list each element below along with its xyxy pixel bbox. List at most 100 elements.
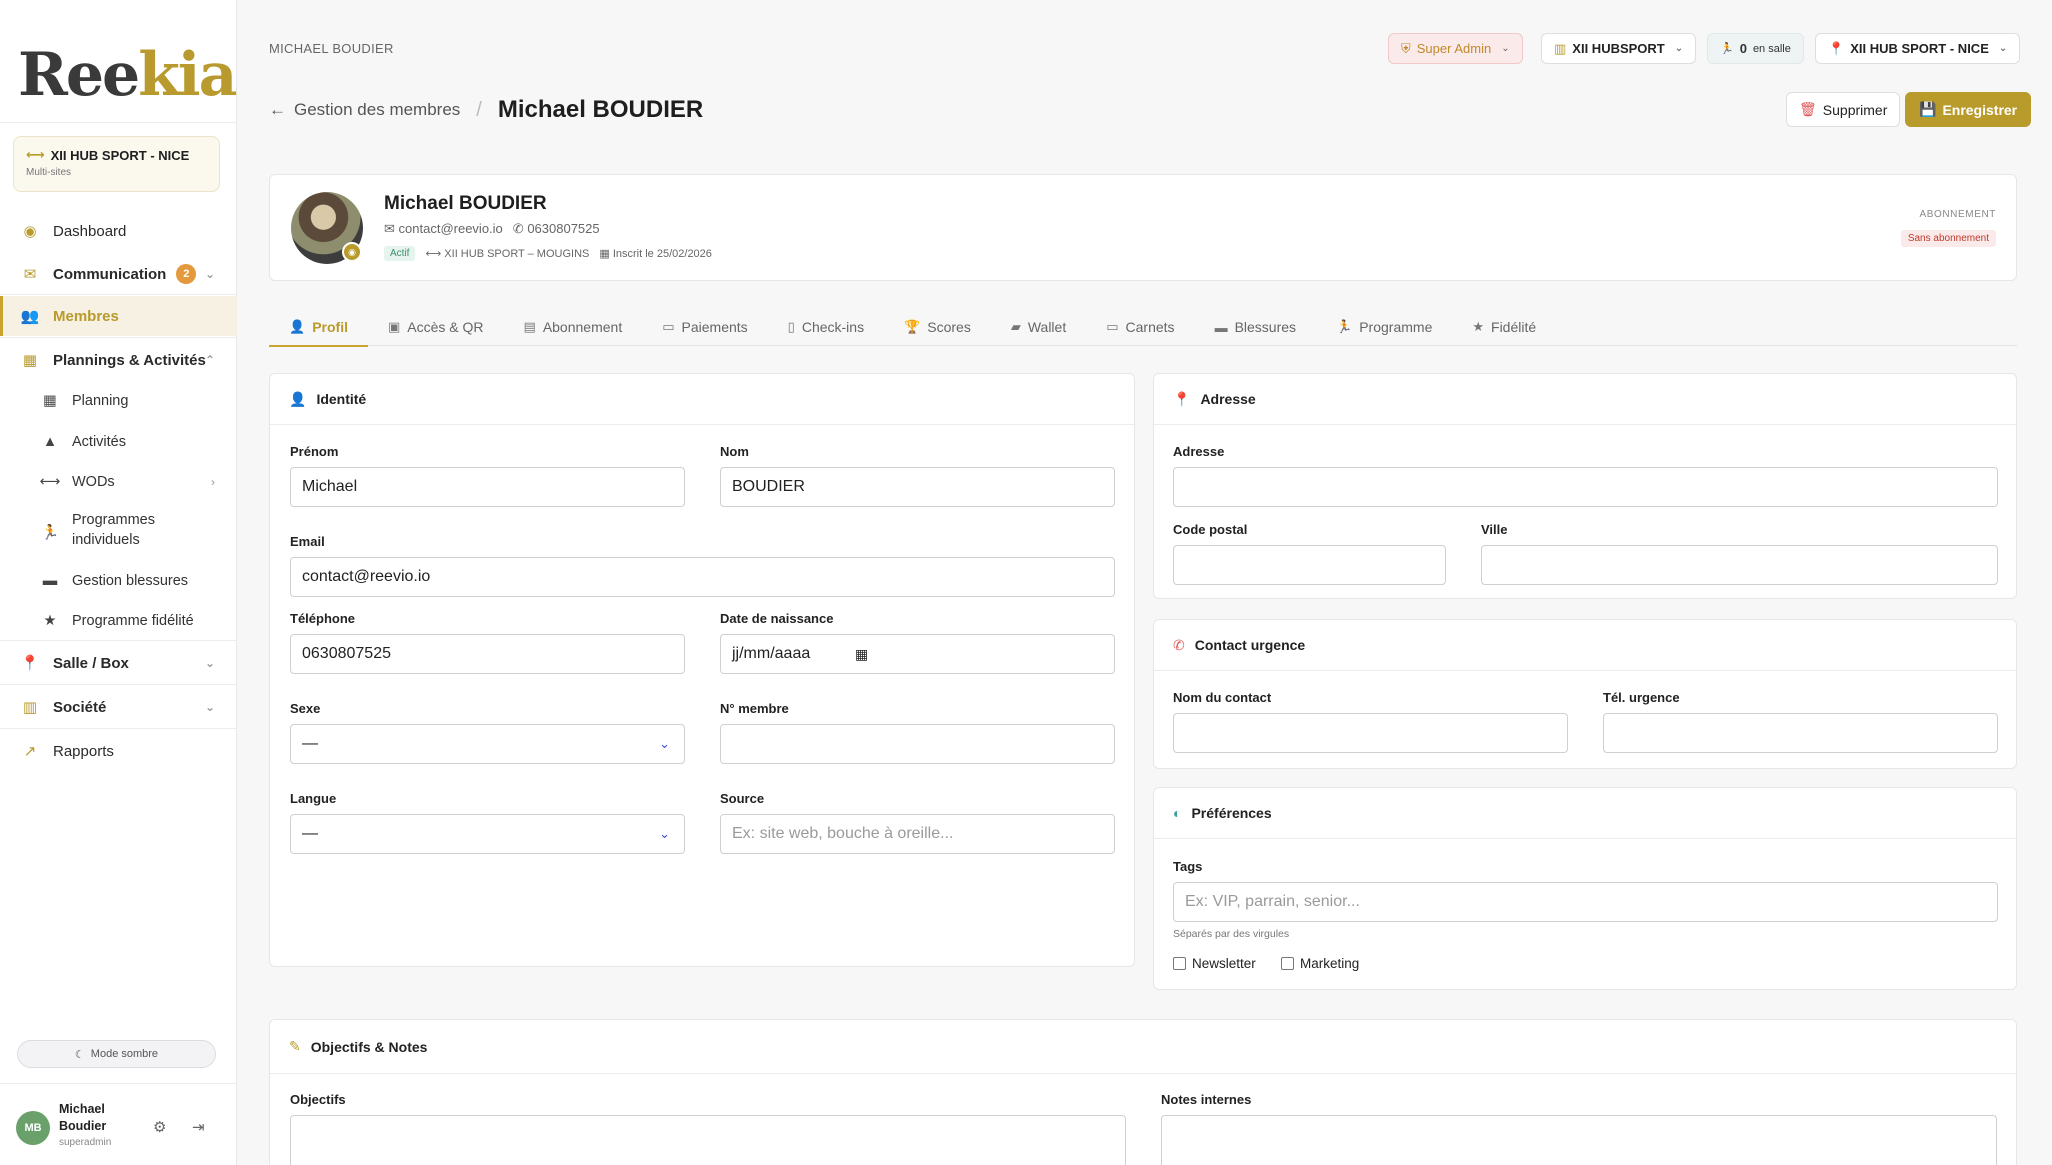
nav-salle-box[interactable]: 📍 Salle / Box ⌄ [0, 643, 237, 683]
site-switcher[interactable]: 📍 XII HUB SPORT - NICE ⌄ [1815, 33, 2021, 64]
running-icon: 🏃 [1336, 319, 1353, 334]
tab-wallet[interactable]: ▰ Wallet [991, 308, 1086, 346]
site-name: XII HUB SPORT - NICE [50, 147, 190, 163]
dumbbell-icon: ⟷ [425, 248, 442, 260]
newsletter-checkbox[interactable]: Newsletter [1173, 956, 1256, 971]
sidebar: Reekia ⟷ XII HUB SPORT - NICE Multi-sites… [0, 0, 237, 1165]
chevron-down-icon: ⌄ [1501, 43, 1510, 54]
source-input[interactable]: Ex: site web, bouche à oreille... [720, 814, 1115, 854]
preferences-header: ◐ Préférences [1154, 788, 2016, 839]
chevron-down-icon: ⌄ [1674, 43, 1684, 54]
objectifs-textarea[interactable] [290, 1115, 1126, 1165]
nav-rapports[interactable]: ↗ Rapports [0, 731, 237, 771]
identity-header: 👤 Identité [270, 374, 1134, 425]
notes-card: ✎ Objectifs & Notes Objectifs Notes inter… [269, 1019, 2017, 1165]
postal-code-label: Code postal [1173, 522, 1248, 537]
email-label: Email [290, 534, 325, 549]
nav-sub-fidelite[interactable]: ★ Programme fidélité [0, 611, 237, 631]
avatar[interactable]: MB [16, 1111, 50, 1145]
source-label: Source [720, 791, 765, 806]
member-number-input[interactable] [720, 724, 1115, 764]
phone-icon: ✆ [512, 221, 524, 236]
star-icon: ★ [1472, 319, 1485, 334]
sexe-select[interactable]: — ⌄ [290, 724, 685, 764]
nav-societe[interactable]: ▥ Société ⌄ [0, 687, 237, 727]
nav-plannings[interactable]: ▦ Plannings & Activités ⌃ [0, 340, 237, 380]
camera-icon[interactable]: ◉ [342, 242, 362, 262]
ville-input[interactable] [1481, 545, 1998, 585]
prenom-input[interactable]: Michael [290, 467, 685, 507]
dumbbell-icon: ⟷ [26, 147, 45, 162]
adresse-input[interactable] [1173, 467, 1998, 507]
profile-card: ◉ Michael BOUDIER ✉ contact@reevio.io ✆ … [269, 174, 2017, 281]
location-pin-icon: 📍 [1173, 390, 1191, 407]
tab-carnets[interactable]: ▭ Carnets [1086, 308, 1194, 346]
nav-sub-planning[interactable]: ▦ Planning [0, 391, 237, 411]
address-header: 📍 Adresse [1154, 374, 2016, 425]
role-switcher[interactable]: ⛨ Super Admin ⌄ [1388, 33, 1523, 64]
langue-select[interactable]: — ⌄ [290, 814, 685, 854]
chart-line-icon: ↗ [23, 743, 37, 760]
notes-header: ✎ Objectifs & Notes [270, 1020, 2016, 1074]
tab-scores[interactable]: 🏆 Scores [884, 308, 991, 346]
nav-membres[interactable]: 👥 Membres [0, 296, 237, 336]
preferences-card: ◐ Préférences Tags Ex: VIP, parrain, seni… [1153, 787, 2017, 990]
dark-mode-toggle[interactable]: ☾ Mode sombre [17, 1040, 216, 1068]
nav-sub-programmes[interactable]: 🏃 Programmes individuels [0, 510, 237, 554]
emergency-phone-label: Tél. urgence [1603, 690, 1680, 705]
site-sub: Multi-sites [26, 167, 72, 178]
profile-meta: Actif ⟷ XII HUB SPORT – MOUGINS ▦ Inscri… [384, 246, 712, 261]
telephone-input[interactable]: 0630807525 [290, 634, 685, 674]
nav-communication[interactable]: ✉ Communication 2 ⌄ [0, 254, 237, 294]
tab-fidelite[interactable]: ★ Fidélité [1452, 308, 1556, 346]
in-gym-counter[interactable]: 🏃 0 en salle [1707, 33, 1804, 64]
bandage-icon: ▬ [42, 573, 58, 589]
nav-dashboard[interactable]: ◉ Dashboard [0, 211, 237, 251]
checkbox-icon[interactable] [1173, 957, 1186, 970]
gear-icon[interactable]: ⚙ [153, 1118, 166, 1136]
status-badge: Actif [384, 246, 416, 261]
internal-notes-label: Notes internes [1161, 1092, 1252, 1107]
calendar-icon[interactable]: ▦ [855, 646, 868, 663]
dob-input[interactable]: jj/mm/aaaa ▦ [720, 634, 1115, 674]
tab-acces-qr[interactable]: ▣ Accès & QR [368, 308, 504, 346]
wallet-icon: ▰ [1010, 319, 1021, 334]
back-link[interactable]: ← Gestion des membres [269, 100, 460, 120]
bandage-icon: ▬ [1214, 319, 1228, 335]
emergency-phone-input[interactable] [1603, 713, 1998, 753]
site-switcher-card[interactable]: ⟷ XII HUB SPORT - NICE Multi-sites [13, 136, 220, 192]
tags-input[interactable]: Ex: VIP, parrain, senior... [1173, 882, 1998, 922]
contact-name-input[interactable] [1173, 713, 1568, 753]
logout-icon[interactable]: ⇥ [192, 1118, 205, 1136]
subscription-badge: Sans abonnement [1900, 230, 1996, 247]
nav-sub-blessures[interactable]: ▬ Gestion blessures [0, 571, 237, 591]
marketing-checkbox[interactable]: Marketing [1281, 956, 1359, 971]
tab-programme[interactable]: 🏃 Programme [1316, 308, 1452, 346]
tab-paiements[interactable]: ▭ Paiements [642, 308, 767, 346]
tab-abonnement[interactable]: ▤ Abonnement [504, 308, 643, 346]
chevron-down-icon: ⌄ [1998, 43, 2008, 54]
page-title: Michael BOUDIER [497, 96, 704, 123]
calendar-icon: ▦ [22, 352, 38, 369]
email-field[interactable]: contact@reevio.io [290, 557, 1115, 597]
prenom-label: Prénom [290, 444, 339, 459]
chevron-down-icon: ⌄ [204, 700, 215, 714]
nom-input[interactable]: BOUDIER [720, 467, 1115, 507]
shield-icon: ⛨ [1401, 40, 1411, 56]
tab-blessures[interactable]: ▬ Blessures [1195, 308, 1316, 346]
checkbox-icon[interactable] [1281, 957, 1294, 970]
brand-logo[interactable]: Reekia [18, 22, 237, 110]
building-icon: ▥ [22, 699, 38, 716]
delete-button[interactable]: 🗑 Supprimer [1786, 92, 1901, 127]
nav-sub-activites[interactable]: ▲ Activités [0, 432, 237, 452]
postal-code-input[interactable] [1173, 545, 1446, 585]
tab-profil[interactable]: 👤 Profil [269, 308, 368, 347]
nav-sub-wods[interactable]: ⟷ WODs › [0, 472, 237, 492]
tab-check-ins[interactable]: ▯ Check-ins [768, 308, 884, 346]
save-button[interactable]: 💾 Enregistrer [1905, 92, 2032, 127]
sexe-label: Sexe [290, 701, 321, 716]
edit-icon: ✎ [289, 1038, 301, 1054]
internal-notes-textarea[interactable] [1161, 1115, 1997, 1165]
langue-label: Langue [290, 791, 337, 806]
org-switcher[interactable]: ▥ XII HUBSPORT ⌄ [1541, 33, 1697, 64]
